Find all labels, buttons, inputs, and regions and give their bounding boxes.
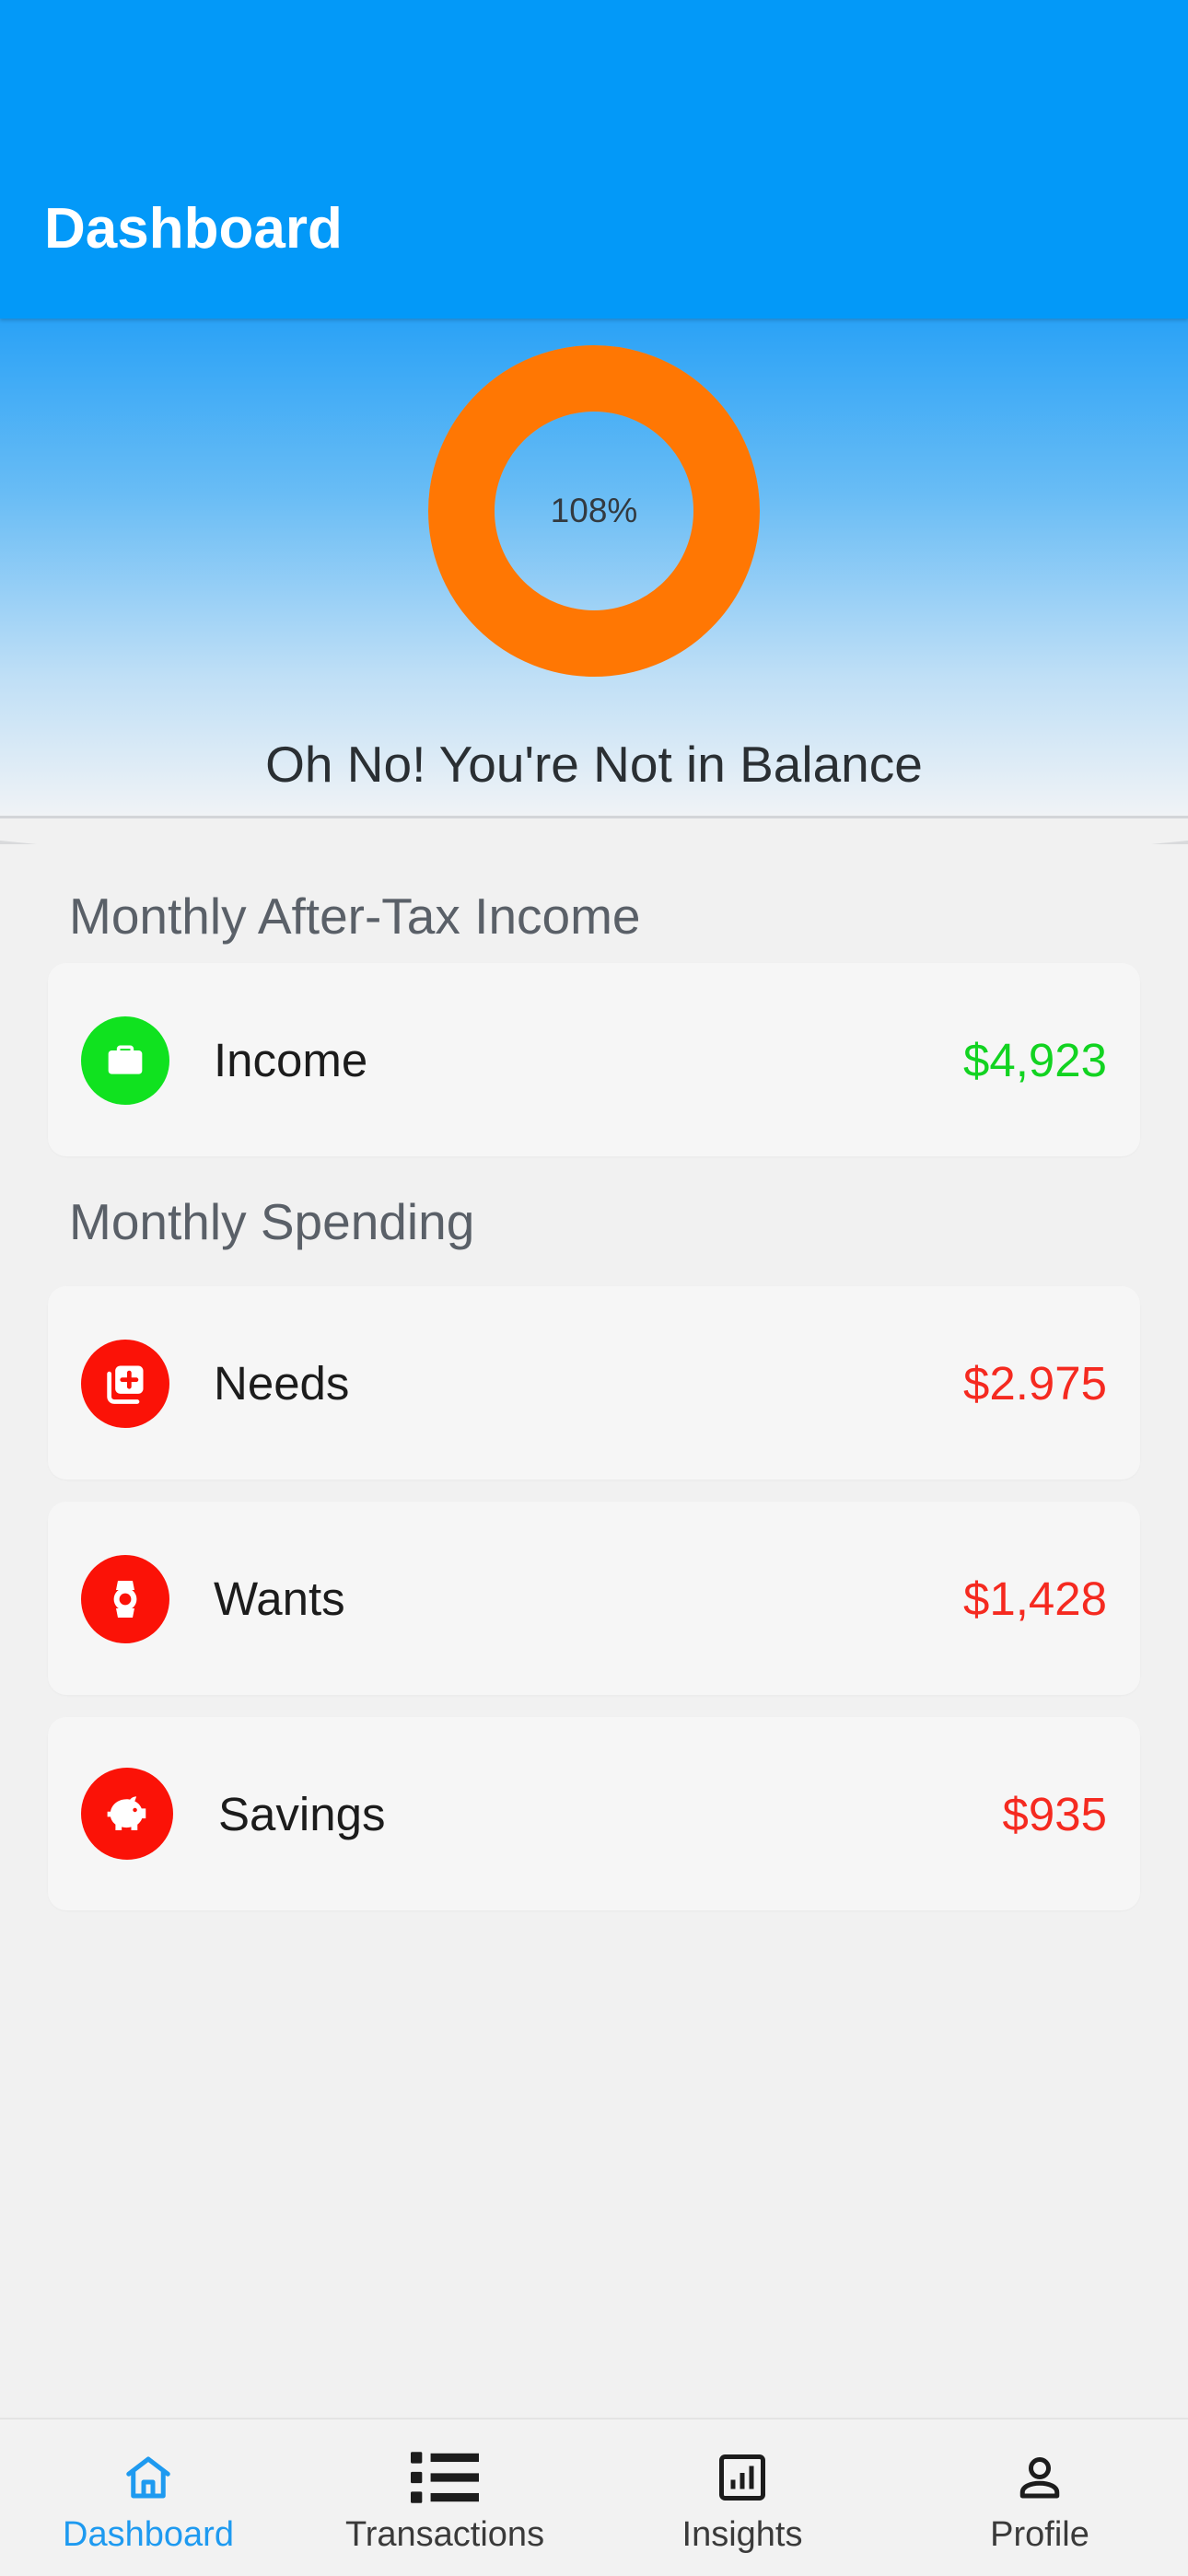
hero-divider bbox=[0, 840, 1188, 852]
nav-item-dashboard[interactable]: Dashboard bbox=[0, 2419, 297, 2576]
savings-label: Savings bbox=[218, 1787, 386, 1840]
wants-card[interactable]: Wants $1,428 bbox=[48, 1502, 1140, 1695]
wants-value: $1,428 bbox=[963, 1572, 1107, 1625]
needs-card[interactable]: Needs $2.975 bbox=[48, 1286, 1140, 1479]
briefcase-icon bbox=[108, 1045, 143, 1074]
nav-item-insights[interactable]: Insights bbox=[594, 2419, 891, 2576]
income-value: $4,923 bbox=[963, 1033, 1107, 1086]
medical-add-icon bbox=[107, 1365, 144, 1404]
list-icon bbox=[411, 2452, 479, 2503]
app-bar: Dashboard bbox=[0, 0, 1188, 319]
page-title: Dashboard bbox=[44, 197, 343, 261]
nav-label-transactions: Transactions bbox=[344, 2515, 545, 2554]
watch-icon bbox=[113, 1581, 137, 1618]
spending-section-title: Monthly Spending bbox=[69, 1193, 475, 1250]
home-icon bbox=[126, 2456, 170, 2499]
income-section-title: Monthly After-Tax Income bbox=[69, 888, 641, 945]
donut-percent-label: 108% bbox=[550, 492, 638, 529]
needs-icon-badge bbox=[81, 1340, 169, 1428]
person-icon bbox=[1019, 2456, 1060, 2499]
bottom-navigation: Dashboard Transactions Insights Profile bbox=[0, 2418, 1188, 2576]
savings-value: $935 bbox=[1002, 1787, 1107, 1840]
nav-item-transactions[interactable]: Transactions bbox=[297, 2419, 593, 2576]
balance-status-message: Oh No! You're Not in Balance bbox=[265, 736, 923, 793]
nav-label-profile: Profile bbox=[990, 2515, 1089, 2554]
income-card[interactable]: Income $4,923 bbox=[48, 963, 1140, 1156]
wants-icon-badge bbox=[81, 1555, 169, 1643]
piggy-bank-icon bbox=[107, 1796, 146, 1830]
nav-item-profile[interactable]: Profile bbox=[891, 2419, 1188, 2576]
bar-chart-icon bbox=[719, 2454, 765, 2501]
wants-label: Wants bbox=[214, 1572, 345, 1625]
income-label: Income bbox=[214, 1033, 368, 1086]
savings-icon-badge bbox=[81, 1768, 173, 1860]
needs-value: $2.975 bbox=[963, 1356, 1107, 1410]
nav-label-dashboard: Dashboard bbox=[63, 2515, 234, 2554]
nav-label-insights: Insights bbox=[681, 2515, 803, 2554]
savings-card[interactable]: Savings $935 bbox=[48, 1717, 1140, 1910]
balance-donut-chart: 108% bbox=[427, 344, 761, 678]
needs-label: Needs bbox=[214, 1356, 350, 1410]
income-icon-badge bbox=[81, 1016, 169, 1105]
